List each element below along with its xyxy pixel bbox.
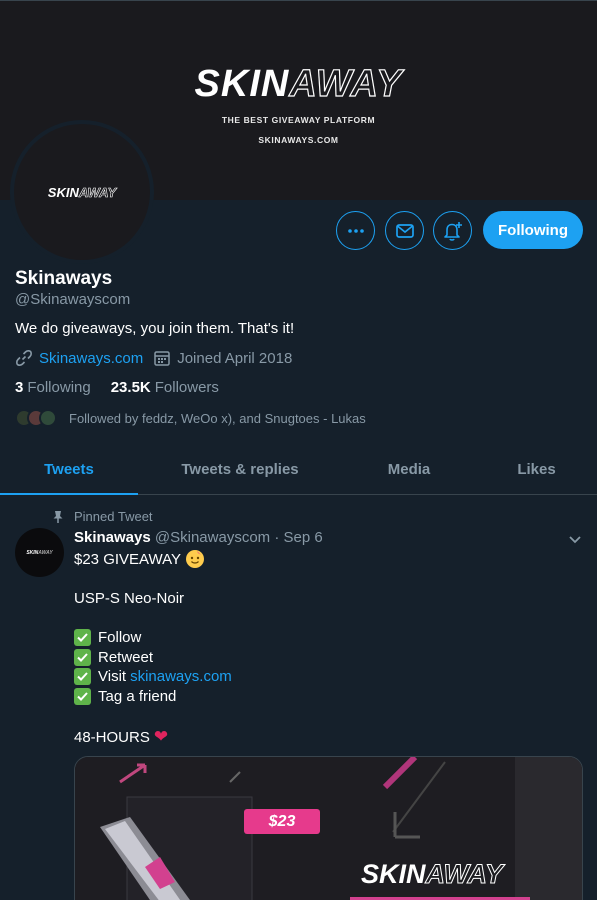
tweet-website-link[interactable]: skinaways.com <box>130 668 232 685</box>
followers-count: 23.5K <box>110 379 151 396</box>
tweet-giveaway-text: $23 GIVEAWAY <box>74 550 181 568</box>
check-tag-text: Tag a friend <box>98 688 177 705</box>
follow-counts: 3 Following 23.5K Followers <box>15 379 219 396</box>
banner-logo-right: AWAY <box>289 62 403 105</box>
tab-tweets[interactable]: Tweets <box>0 445 138 495</box>
avatar-logo: SKIN AWAY <box>14 124 150 260</box>
check-visit-text: Visit <box>98 668 127 685</box>
tweet-avatar-logo-left: SKIN <box>26 549 39 556</box>
tweet-line-item: USP-S Neo-Noir <box>74 590 185 607</box>
following-button[interactable]: Following <box>483 211 583 249</box>
following-count: 3 <box>15 379 24 396</box>
envelope-icon <box>395 223 414 238</box>
party-face-icon <box>186 550 204 568</box>
followers-label: Followers <box>154 379 219 396</box>
following-label: Following <box>27 379 91 396</box>
check-retweet-text: Retweet <box>98 649 154 666</box>
followed-by[interactable]: Followed by feddz, WeOo x), and Snugtoes… <box>15 409 366 427</box>
tweet-avatar[interactable]: SKIN AWAY <box>15 528 64 577</box>
media-price-tag: $23 <box>244 809 320 834</box>
bell-plus-icon <box>443 221 462 241</box>
profile-website-link[interactable]: Skinaways.com <box>39 350 143 367</box>
media-logo-right: AWAY <box>425 859 504 890</box>
tweet-check-retweet: Retweet <box>74 649 153 666</box>
banner-logo: SKINAWAY <box>0 62 597 106</box>
following-count-link[interactable]: 3 Following <box>15 379 91 396</box>
media-logo: SKINAWAY <box>361 859 504 890</box>
profile-meta: Skinaways.com Joined April 2018 <box>15 349 292 367</box>
avatar-logo-left: SKIN <box>47 184 79 200</box>
more-button[interactable] <box>336 211 375 250</box>
tab-likes[interactable]: Likes <box>476 445 597 494</box>
profile-bio: We do giveaways, you join them. That's i… <box>15 320 295 337</box>
tweet-line-giveaway: $23 GIVEAWAY <box>74 550 204 568</box>
tweet-date[interactable]: Sep 6 <box>284 529 323 546</box>
calendar-icon <box>154 351 170 366</box>
followed-by-text: Followed by feddz, WeOo x), and Snugtoes… <box>69 410 366 426</box>
more-icon <box>347 228 364 233</box>
pinned-label-text: Pinned Tweet <box>74 509 153 524</box>
tweet-media-image[interactable]: $23 SKINAWAY <box>74 756 583 900</box>
tweet-author-name[interactable]: Skinaways <box>74 529 151 546</box>
tweet-separator: · <box>274 529 280 546</box>
notifications-button[interactable] <box>433 211 472 250</box>
profile-tabs: Tweets Tweets & replies Media Likes <box>0 445 597 495</box>
pin-icon <box>53 510 63 523</box>
tweet-header: Skinaways @Skinawayscom · Sep 6 <box>74 529 323 546</box>
banner-logo-left: SKIN <box>194 63 290 105</box>
tweet-check-tag: Tag a friend <box>74 688 176 705</box>
followers-count-link[interactable]: 23.5K Followers <box>111 379 219 396</box>
heart-icon: ❤ <box>153 727 169 746</box>
tweet-check-follow: Follow <box>74 629 141 646</box>
check-mark-icon <box>74 668 91 685</box>
chevron-down-icon[interactable] <box>567 531 583 547</box>
tweet-line-duration: 48-HOURS ❤ <box>74 727 168 747</box>
follower-avatar <box>39 409 57 427</box>
message-button[interactable] <box>385 211 424 250</box>
tweet-author-handle[interactable]: @Skinawayscom <box>155 529 270 546</box>
check-follow-text: Follow <box>98 629 142 646</box>
media-logo-left: SKIN <box>361 859 426 889</box>
tab-media[interactable]: Media <box>342 445 476 494</box>
avatar-logo-right: AWAY <box>78 184 117 200</box>
link-icon <box>16 350 32 366</box>
check-mark-icon <box>74 688 91 705</box>
profile-avatar[interactable]: SKIN AWAY <box>10 120 154 264</box>
pinned-tweet-label: Pinned Tweet <box>52 509 153 524</box>
tab-tweets-replies[interactable]: Tweets & replies <box>138 445 342 494</box>
tweet-duration-text: 48-HOURS <box>74 728 150 746</box>
tweet-check-visit: Visit skinaways.com <box>74 668 232 685</box>
profile-name: Skinaways <box>15 268 113 289</box>
tweet-avatar-logo-right: AWAY <box>38 549 53 556</box>
media-artwork <box>75 757 582 900</box>
check-mark-icon <box>74 629 91 646</box>
profile-handle: @Skinawayscom <box>15 291 131 308</box>
profile-joined-date: Joined April 2018 <box>177 349 293 367</box>
check-mark-icon <box>74 649 91 666</box>
